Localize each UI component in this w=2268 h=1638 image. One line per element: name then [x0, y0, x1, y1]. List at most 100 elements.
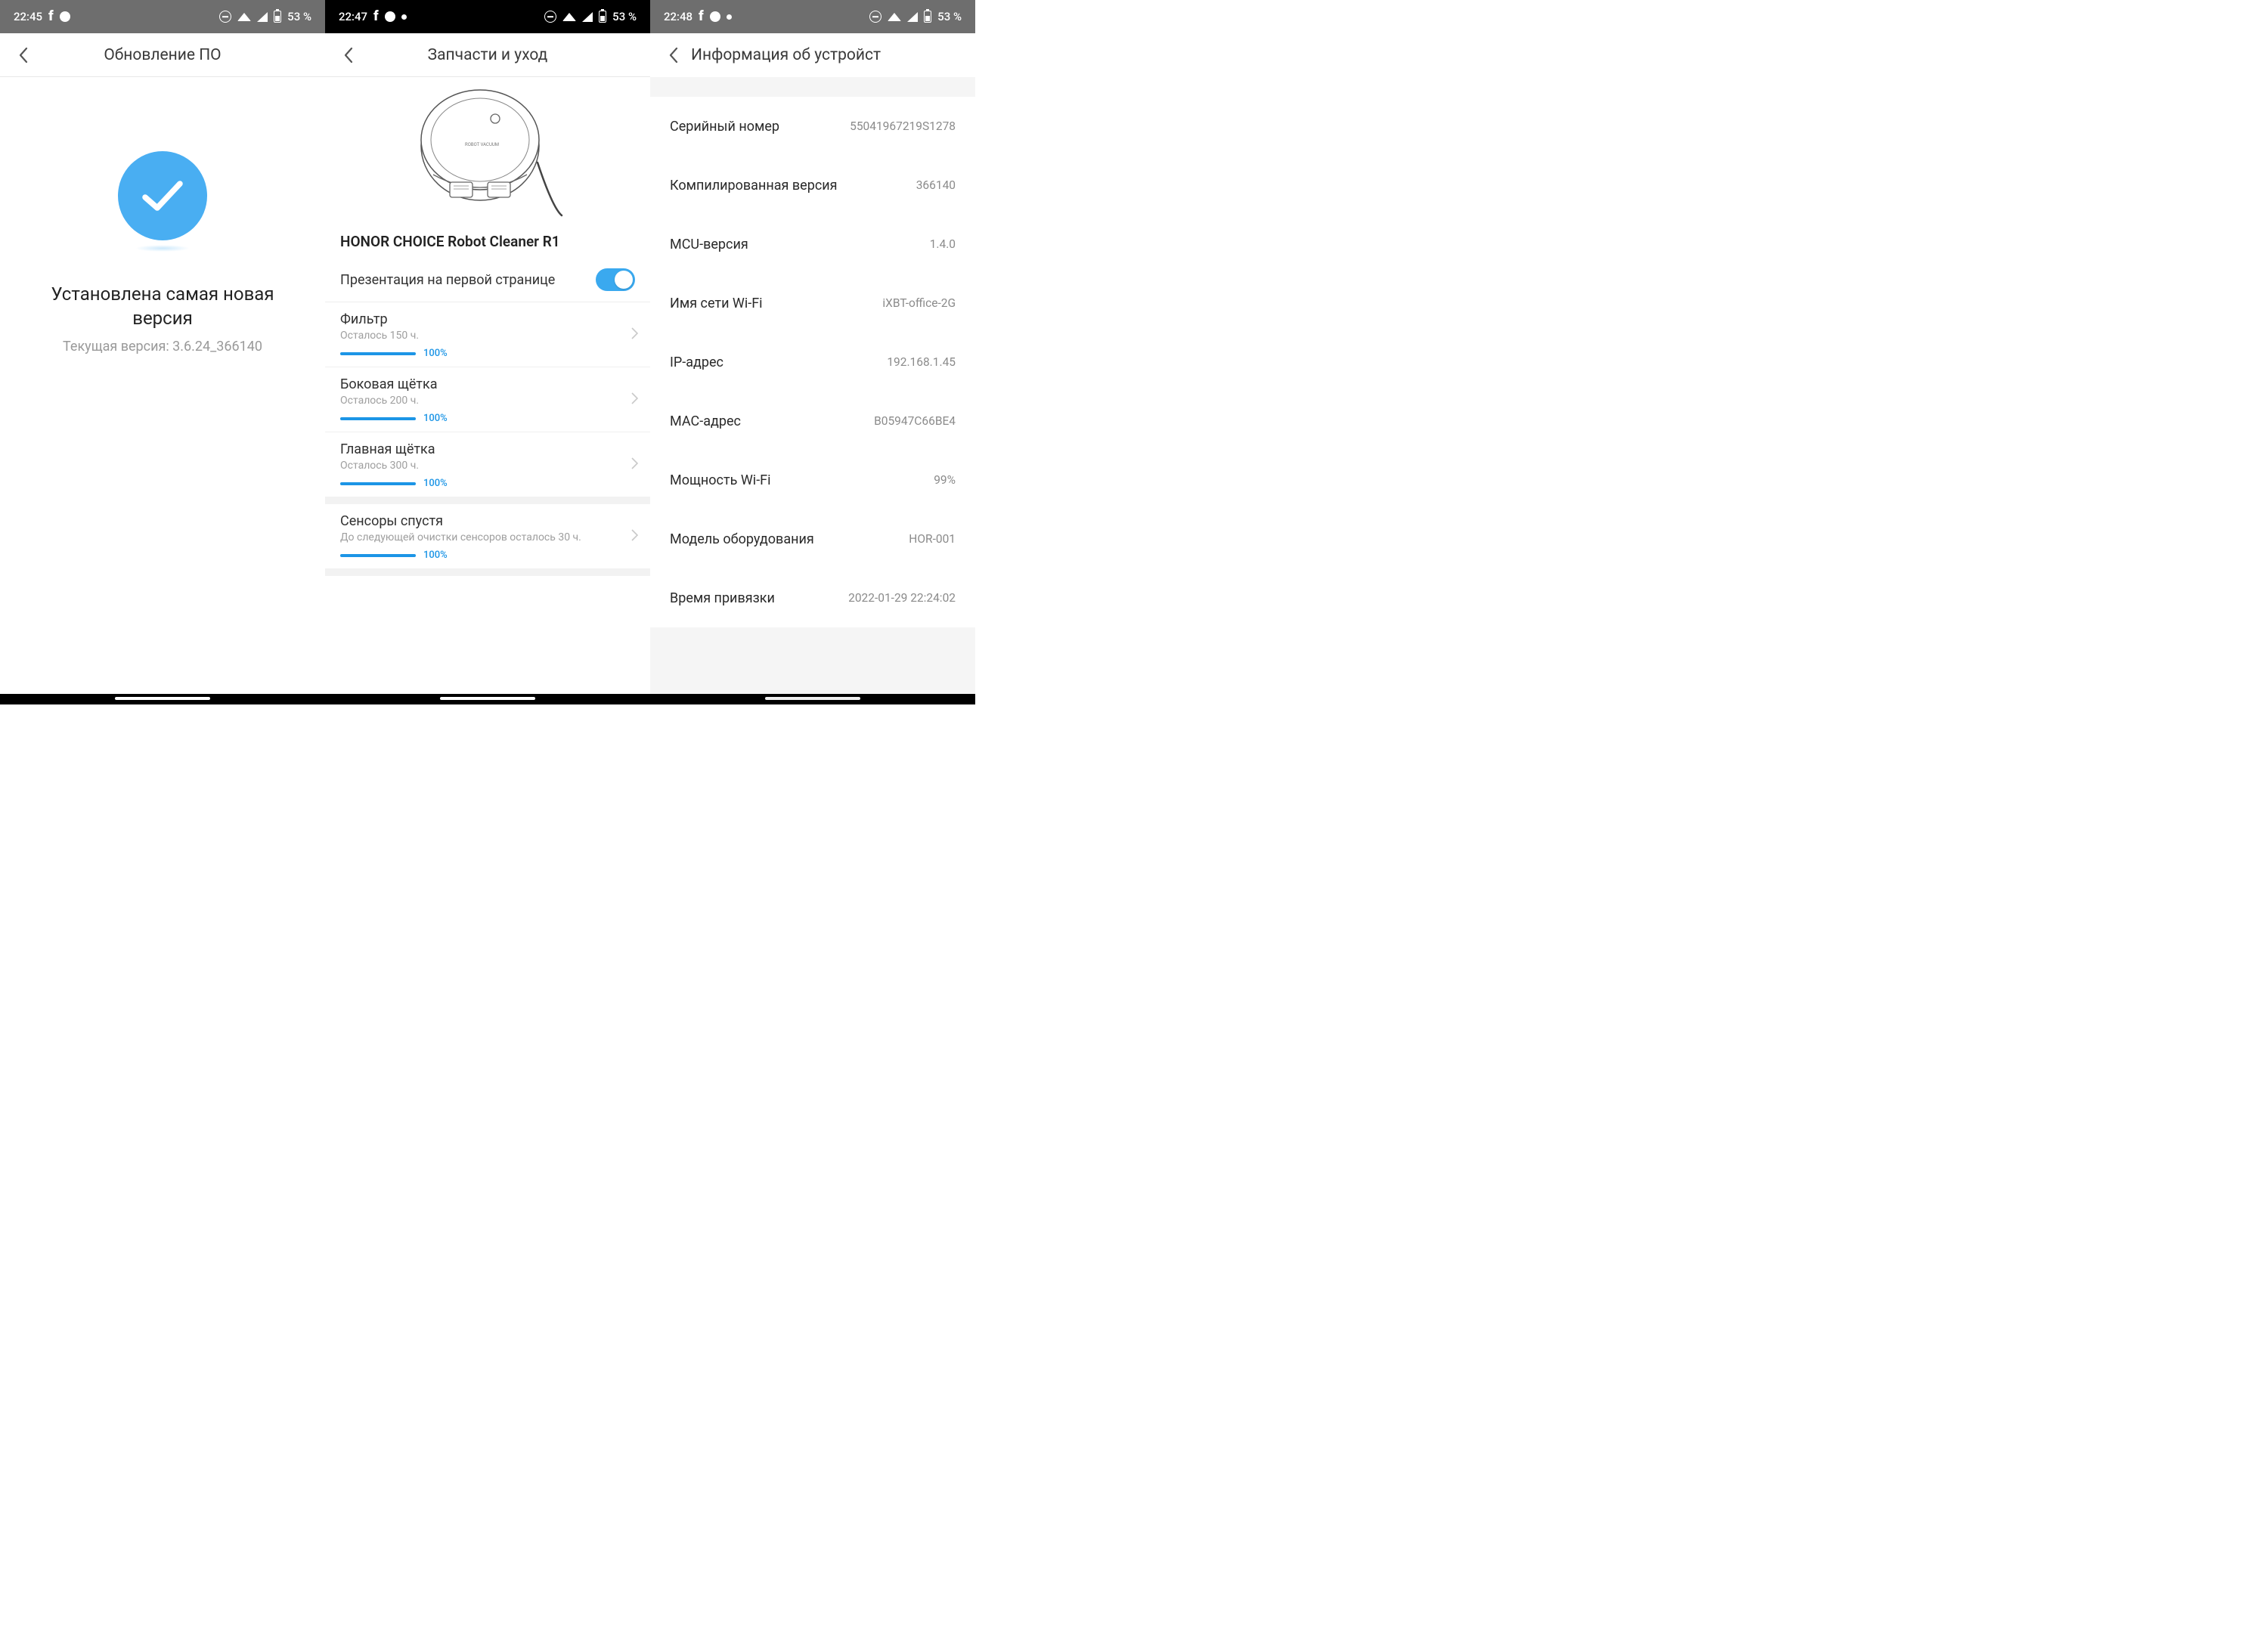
- info-value: B05947C66BE4: [874, 414, 956, 428]
- status-time: 22:48: [664, 10, 692, 23]
- notification-dot-icon: [710, 11, 720, 22]
- dnd-icon: [869, 11, 881, 23]
- nav-header: Запчасти и уход: [325, 33, 650, 77]
- battery-percent: 53 %: [612, 10, 637, 23]
- chevron-right-icon: [631, 327, 638, 342]
- chevron-right-icon: [631, 392, 638, 407]
- part-progress: 100%: [340, 413, 635, 424]
- info-row-hardware-model: Модель оборудования HOR-001: [650, 509, 975, 568]
- navigation-bar[interactable]: [325, 694, 650, 704]
- navigation-bar[interactable]: [650, 694, 975, 704]
- part-percent: 100%: [423, 413, 448, 424]
- status-right: 53 %: [219, 10, 311, 23]
- info-value: 2022-01-29 22:24:02: [848, 591, 956, 605]
- chevron-left-icon: [18, 47, 28, 63]
- facebook-icon: f: [48, 10, 54, 23]
- info-label: MAC-адрес: [670, 413, 741, 429]
- info-value: iXBT-office-2G: [882, 296, 956, 310]
- part-item-main-brush[interactable]: Главная щётка Осталось 300 ч. 100%: [325, 432, 650, 504]
- chevron-left-icon: [668, 47, 678, 63]
- facebook-icon: f: [699, 10, 704, 23]
- info-value: HOR-001: [909, 532, 956, 546]
- dnd-icon: [219, 11, 231, 23]
- screen-device-info: 22:48 f 53 % Информация об устройст Сери…: [650, 0, 975, 704]
- update-status-text: Установлена самая новая версия: [30, 282, 295, 331]
- nav-pill-icon: [440, 697, 535, 700]
- info-value: 366140: [916, 178, 956, 192]
- status-left: 22:45 f: [14, 10, 70, 23]
- toggle-label: Презентация на первой странице: [340, 272, 555, 288]
- part-remaining: Осталось 200 ч.: [340, 395, 635, 407]
- homepage-presentation-toggle-row: Презентация на первой странице: [325, 261, 650, 302]
- status-right: 53 %: [544, 10, 637, 23]
- info-row-ip-address: IP-адрес 192.168.1.45: [650, 333, 975, 392]
- part-remaining: До следующей очистки сенсоров осталось 3…: [340, 531, 635, 543]
- dnd-icon: [544, 11, 556, 23]
- back-button[interactable]: [659, 42, 686, 69]
- device-illustration: ROBOT VACUUM: [325, 77, 650, 228]
- part-name: Сенсоры спустя: [340, 513, 635, 529]
- chevron-left-icon: [343, 47, 353, 63]
- homepage-presentation-switch[interactable]: [596, 268, 635, 291]
- info-value: 1.4.0: [930, 237, 956, 251]
- wifi-icon: [888, 12, 901, 20]
- part-percent: 100%: [423, 348, 448, 359]
- info-row-mac-address: MAC-адрес B05947C66BE4: [650, 392, 975, 451]
- info-row-wifi-power: Мощность Wi-Fi 99%: [650, 451, 975, 509]
- signal-icon: [907, 12, 918, 22]
- info-label: Серийный номер: [670, 119, 779, 135]
- facebook-icon: f: [373, 10, 379, 23]
- part-progress: 100%: [340, 550, 635, 561]
- status-right: 53 %: [869, 10, 962, 23]
- navigation-bar[interactable]: [0, 694, 325, 704]
- info-value: 55041967219S1278: [850, 119, 956, 133]
- info-row-compiled-version: Компилированная версия 366140: [650, 156, 975, 215]
- battery-icon: [599, 11, 606, 23]
- robot-vacuum-icon: ROBOT VACUUM: [411, 87, 565, 219]
- back-button[interactable]: [334, 42, 361, 69]
- battery-icon: [274, 11, 281, 23]
- status-left: 22:47 f: [339, 10, 407, 23]
- chevron-right-icon: [631, 529, 638, 544]
- battery-icon: [924, 11, 931, 23]
- part-progress: 100%: [340, 348, 635, 359]
- battery-percent: 53 %: [937, 10, 962, 23]
- badge-shadow: [135, 245, 190, 252]
- info-label: MCU-версия: [670, 237, 748, 252]
- page-title: Запчасти и уход: [361, 46, 614, 64]
- screen-parts-care: 22:47 f 53 % Запчасти и уход: [325, 0, 650, 704]
- part-item-filter[interactable]: Фильтр Осталось 150 ч. 100%: [325, 302, 650, 367]
- info-label: Компилированная версия: [670, 178, 838, 194]
- device-info-list: Серийный номер 55041967219S1278 Компилир…: [650, 97, 975, 627]
- part-item-side-brush[interactable]: Боковая щётка Осталось 200 ч. 100%: [325, 367, 650, 432]
- page-title: Информация об устройст: [691, 46, 966, 64]
- current-version-text: Текущая версия: 3.6.24_366140: [63, 339, 262, 355]
- status-left: 22:48 f: [664, 10, 732, 23]
- part-name: Боковая щётка: [340, 376, 635, 392]
- info-row-wifi-name: Имя сети Wi-Fi iXBT-office-2G: [650, 274, 975, 333]
- status-bar: 22:48 f 53 %: [650, 0, 975, 33]
- chevron-right-icon: [631, 457, 638, 472]
- battery-percent: 53 %: [287, 10, 311, 23]
- nav-pill-icon: [115, 697, 210, 700]
- nav-header: Обновление ПО: [0, 33, 325, 77]
- back-button[interactable]: [9, 42, 36, 69]
- screen-firmware-update: 22:45 f 53 % Обновление ПО Установлена с…: [0, 0, 325, 704]
- success-badge: [118, 151, 207, 240]
- info-value: 99%: [934, 473, 956, 487]
- nav-header: Информация об устройст: [650, 33, 975, 77]
- nav-pill-icon: [765, 697, 860, 700]
- info-label: Имя сети Wi-Fi: [670, 296, 763, 311]
- status-bar: 22:45 f 53 %: [0, 0, 325, 33]
- wifi-icon: [562, 12, 576, 20]
- info-label: Время привязки: [670, 590, 775, 606]
- check-icon: [141, 178, 184, 214]
- notification-dot-small-icon: [727, 14, 732, 20]
- status-time: 22:47: [339, 10, 367, 23]
- part-percent: 100%: [423, 478, 448, 489]
- notification-dot-icon: [60, 11, 70, 22]
- part-percent: 100%: [423, 550, 448, 561]
- part-item-sensors[interactable]: Сенсоры спустя До следующей очистки сенс…: [325, 504, 650, 576]
- info-row-bind-time: Время привязки 2022-01-29 22:24:02: [650, 568, 975, 627]
- info-value: 192.168.1.45: [887, 355, 956, 369]
